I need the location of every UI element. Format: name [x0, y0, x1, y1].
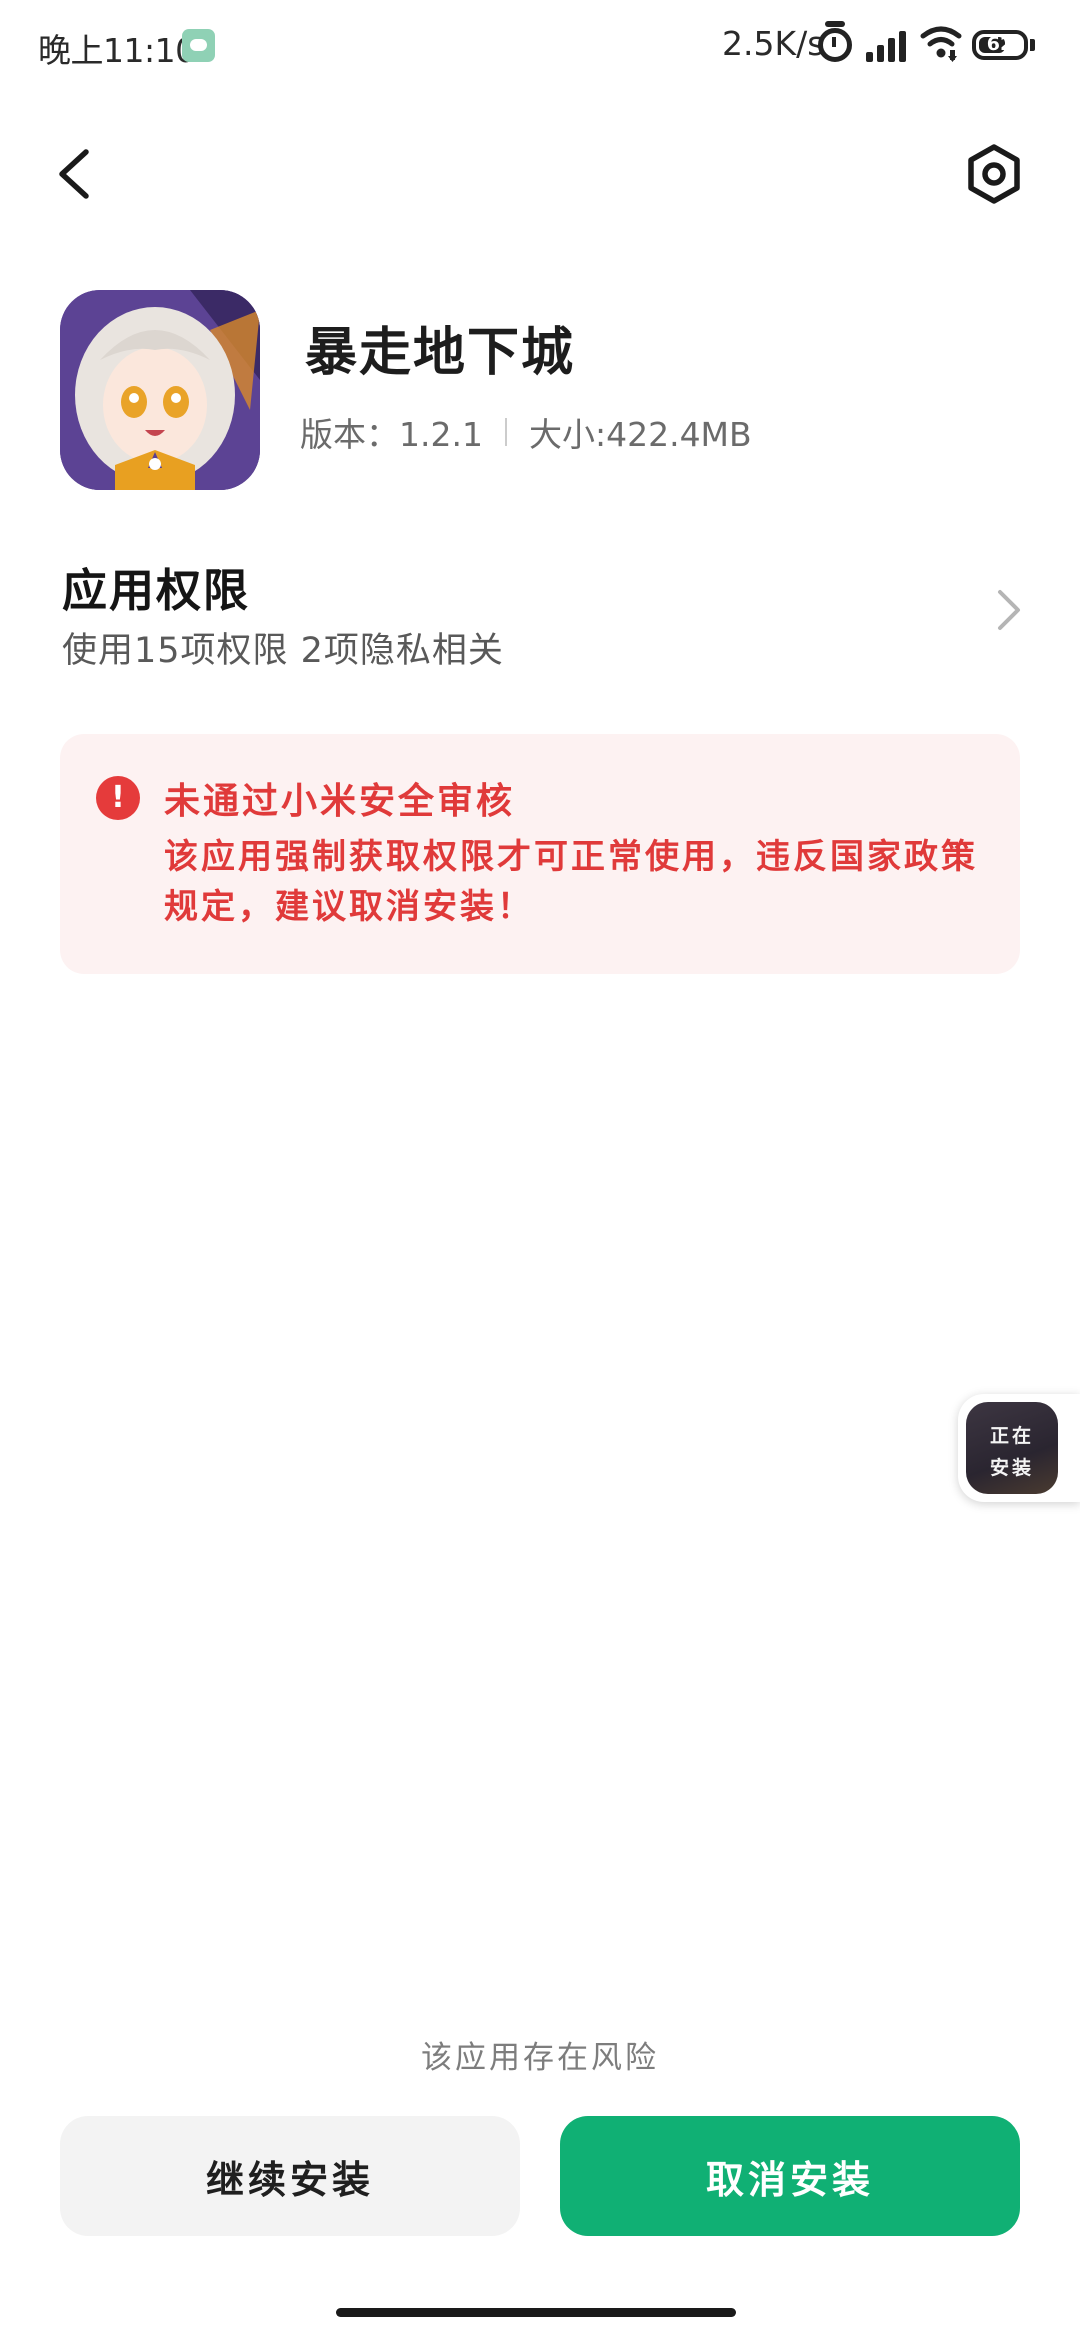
app-icon-artwork	[60, 290, 260, 490]
signal-icon	[866, 30, 910, 62]
app-size: 大小:422.4MB	[528, 415, 752, 454]
app-name: 暴走地下城	[305, 322, 576, 383]
back-button[interactable]	[50, 140, 106, 208]
battery-level-text: 62	[986, 33, 1014, 55]
wechat-notification-icon	[182, 29, 215, 62]
alarm-icon	[818, 21, 852, 62]
status-bar: 晚上11:10 2.5K/s 62	[0, 0, 1080, 90]
alert-icon: !	[96, 776, 140, 820]
installing-label: 正在 安装	[966, 1420, 1058, 1484]
chevron-left-icon	[59, 149, 89, 199]
chevron-right-icon	[998, 590, 1020, 630]
permissions-subtitle: 使用15项权限 2项隐私相关	[62, 631, 504, 671]
app-meta: 版本：1.2.1 大小:422.4MB	[300, 408, 752, 456]
settings-icon	[968, 144, 1020, 204]
installing-label-line1: 正在	[989, 1425, 1034, 1447]
status-time: 晚上11:10	[38, 31, 196, 70]
app-version: 版本：1.2.1	[300, 415, 483, 454]
installing-label-line2: 安装	[989, 1457, 1034, 1479]
meta-divider	[504, 418, 507, 446]
battery-icon: 62	[972, 30, 1028, 60]
cancel-install-button[interactable]: 取消安装	[560, 2116, 1020, 2236]
warning-title: 未通过小米安全审核	[164, 780, 516, 822]
continue-install-button[interactable]: 继续安装	[60, 2116, 520, 2236]
app-permissions-row[interactable]: 应用权限 使用15项权限 2项隐私相关	[0, 548, 1080, 671]
settings-button[interactable]	[964, 142, 1024, 206]
security-warning-card: ! 未通过小米安全审核 该应用强制获取权限才可正常使用，违反国家政策规定，建议取…	[60, 734, 1020, 974]
permissions-title: 应用权限	[62, 564, 251, 617]
battery-cap	[1030, 39, 1035, 51]
warning-description: 该应用强制获取权限才可正常使用，违反国家政策规定，建议取消安装！	[164, 837, 978, 927]
home-indicator[interactable]	[336, 2308, 736, 2317]
app-icon	[60, 290, 260, 490]
wifi-icon	[920, 26, 962, 62]
network-speed: 2.5K/s	[722, 24, 825, 63]
installing-floating-badge[interactable]: 正在 安装	[958, 1394, 1080, 1502]
installing-app-thumbnail: 正在 安装	[966, 1402, 1058, 1494]
risk-notice: 该应用存在风险	[421, 2040, 659, 2076]
